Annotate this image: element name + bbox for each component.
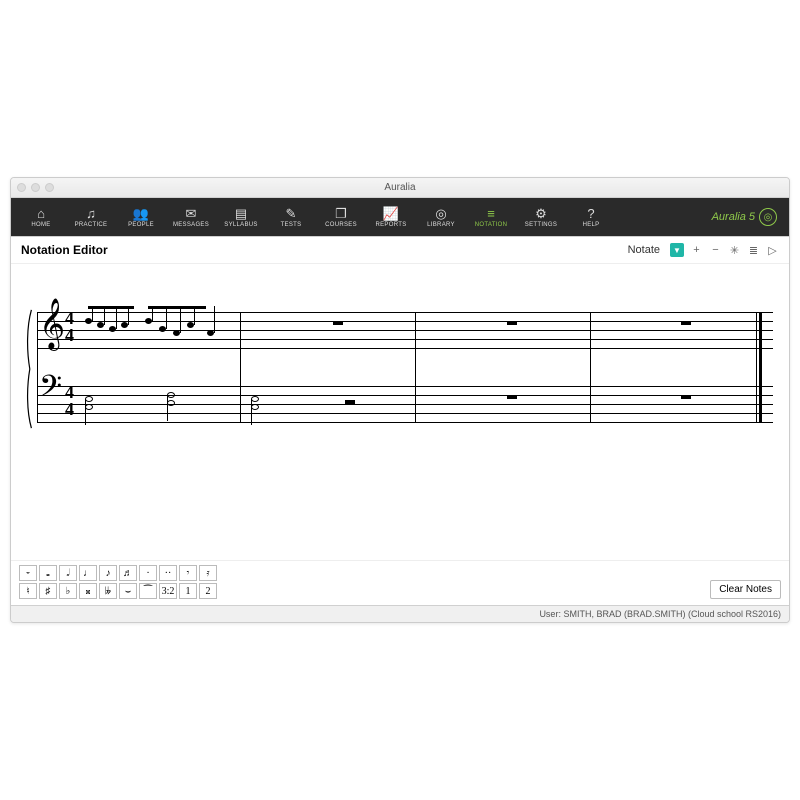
editor-header: Notation Editor Notate ▼ + − ✳ ≣ ▷ xyxy=(11,237,789,264)
palette-accidental-7[interactable]: 3:2 xyxy=(159,583,177,599)
menu-label: SETTINGS xyxy=(525,222,557,228)
palette-accidental-3[interactable]: 𝄪 xyxy=(79,583,97,599)
palette-note-7[interactable]: ·· xyxy=(159,565,177,581)
palette-note-9[interactable]: 𝄿 xyxy=(199,565,217,581)
practice-icon: ♫ xyxy=(86,207,96,220)
list-icon[interactable]: ≣ xyxy=(747,244,760,257)
palette-accidental-5[interactable]: ⌣ xyxy=(119,583,137,599)
syllabus-icon: ▤ xyxy=(235,207,247,220)
home-icon: ⌂ xyxy=(37,207,45,220)
notation-icon: ≡ xyxy=(487,207,495,220)
menu-label: NOTATION xyxy=(475,222,508,228)
bottom-toolbar: ⏑𝅝𝅗𝅥♩♪♬···𝄾𝄿 ♮♯♭𝄪𝄫⌣⁀3:212 Clear Notes xyxy=(11,560,789,605)
menu-label: PRACTICE xyxy=(75,222,108,228)
menu-settings[interactable]: ⚙ SETTINGS xyxy=(517,201,565,233)
palette-note-5[interactable]: ♬ xyxy=(119,565,137,581)
menu-label: TESTS xyxy=(281,222,302,228)
palette-note-2[interactable]: 𝅗𝅥 xyxy=(59,565,77,581)
palette-accidental-9[interactable]: 2 xyxy=(199,583,217,599)
menu-home[interactable]: ⌂ HOME xyxy=(17,201,65,233)
clear-notes-button[interactable]: Clear Notes xyxy=(710,580,781,599)
window-title: Auralia xyxy=(11,182,789,193)
people-icon: 👥 xyxy=(133,207,149,220)
menu-reports[interactable]: 📈 REPORTS xyxy=(367,201,415,233)
menu-label: HOME xyxy=(31,222,50,228)
palette-note-8[interactable]: 𝄾 xyxy=(179,565,197,581)
palette-accidental-4[interactable]: 𝄫 xyxy=(99,583,117,599)
editor-mode: Notate xyxy=(628,244,660,256)
editor-title: Notation Editor xyxy=(21,243,108,257)
palette-accidental-2[interactable]: ♭ xyxy=(59,583,77,599)
bass-clef-icon: 𝄢 xyxy=(39,372,62,408)
treble-clef-icon: 𝄞 xyxy=(39,302,65,346)
reports-icon: 📈 xyxy=(383,207,399,220)
treble-staff: 𝄞 4 4 xyxy=(37,312,773,348)
menu-label: HELP xyxy=(583,222,600,228)
help-icon: ? xyxy=(587,207,594,220)
bass-staff: 𝄢 4 4 xyxy=(37,386,773,422)
menu-courses[interactable]: ❐ COURSES xyxy=(317,201,365,233)
time-signature: 4 4 xyxy=(65,310,74,344)
time-signature-bass: 4 4 xyxy=(65,384,74,418)
statusbar: User: SMITH, BRAD (BRAD.SMITH) (Cloud sc… xyxy=(11,606,789,622)
palette-accidental-1[interactable]: ♯ xyxy=(39,583,57,599)
menu-label: REPORTS xyxy=(376,222,407,228)
menu-label: LIBRARY xyxy=(427,222,455,228)
score-canvas[interactable]: 𝄞 4 4 xyxy=(11,264,789,560)
palette-accidental-0[interactable]: ♮ xyxy=(19,583,37,599)
brand: Auralia 5 ◎ xyxy=(712,208,783,226)
palette-accidental-8[interactable]: 1 xyxy=(179,583,197,599)
menu-syllabus[interactable]: ▤ SYLLABUS xyxy=(217,201,265,233)
menu-messages[interactable]: ✉ MESSAGES xyxy=(167,201,215,233)
editor-panel: Notation Editor Notate ▼ + − ✳ ≣ ▷ xyxy=(11,236,789,606)
menu-people[interactable]: 👥 PEOPLE xyxy=(117,201,165,233)
plus-icon[interactable]: + xyxy=(690,244,703,257)
menu-label: COURSES xyxy=(325,222,357,228)
tests-icon: ✎ xyxy=(286,207,297,220)
main-menubar: ⌂ HOME ♫ PRACTICE 👥 PEOPLE ✉ MESSAGES ▤ SYLLABUS ✎… xyxy=(11,198,789,236)
play-icon[interactable]: ▷ xyxy=(766,244,779,257)
library-icon: ◎ xyxy=(435,207,446,220)
mode-dropdown[interactable]: ▼ xyxy=(670,243,684,257)
palette-note-3[interactable]: ♩ xyxy=(79,565,97,581)
brace-icon xyxy=(25,308,33,430)
menu-help[interactable]: ? HELP xyxy=(567,201,615,233)
messages-icon: ✉ xyxy=(186,207,197,220)
gear-icon[interactable]: ✳ xyxy=(728,244,741,257)
settings-icon: ⚙ xyxy=(535,207,547,220)
status-user: User: SMITH, BRAD (BRAD.SMITH) (Cloud sc… xyxy=(539,609,781,619)
palette-note-4[interactable]: ♪ xyxy=(99,565,117,581)
brand-logo-icon: ◎ xyxy=(759,208,777,226)
menu-library[interactable]: ◎ LIBRARY xyxy=(417,201,465,233)
menu-label: MESSAGES xyxy=(173,222,209,228)
grand-staff-system: 𝄞 4 4 xyxy=(23,304,777,434)
palette-note-0[interactable]: ⏑ xyxy=(19,565,37,581)
palette-note-6[interactable]: · xyxy=(139,565,157,581)
app-window: Auralia ⌂ HOME ♫ PRACTICE 👥 PEOPLE ✉ MESSAGES ▤ S… xyxy=(10,177,790,623)
palette-note-1[interactable]: 𝅝 xyxy=(39,565,57,581)
menu-notation[interactable]: ≡ NOTATION xyxy=(467,201,515,233)
menu-tests[interactable]: ✎ TESTS xyxy=(267,201,315,233)
brand-name: Auralia 5 xyxy=(712,211,755,223)
menu-practice[interactable]: ♫ PRACTICE xyxy=(67,201,115,233)
minus-icon[interactable]: − xyxy=(709,244,722,257)
titlebar: Auralia xyxy=(11,178,789,198)
courses-icon: ❐ xyxy=(335,207,347,220)
note-palette: ⏑𝅝𝅗𝅥♩♪♬···𝄾𝄿 ♮♯♭𝄪𝄫⌣⁀3:212 xyxy=(19,565,217,599)
palette-accidental-6[interactable]: ⁀ xyxy=(139,583,157,599)
menu-label: SYLLABUS xyxy=(224,222,257,228)
menu-label: PEOPLE xyxy=(128,222,154,228)
